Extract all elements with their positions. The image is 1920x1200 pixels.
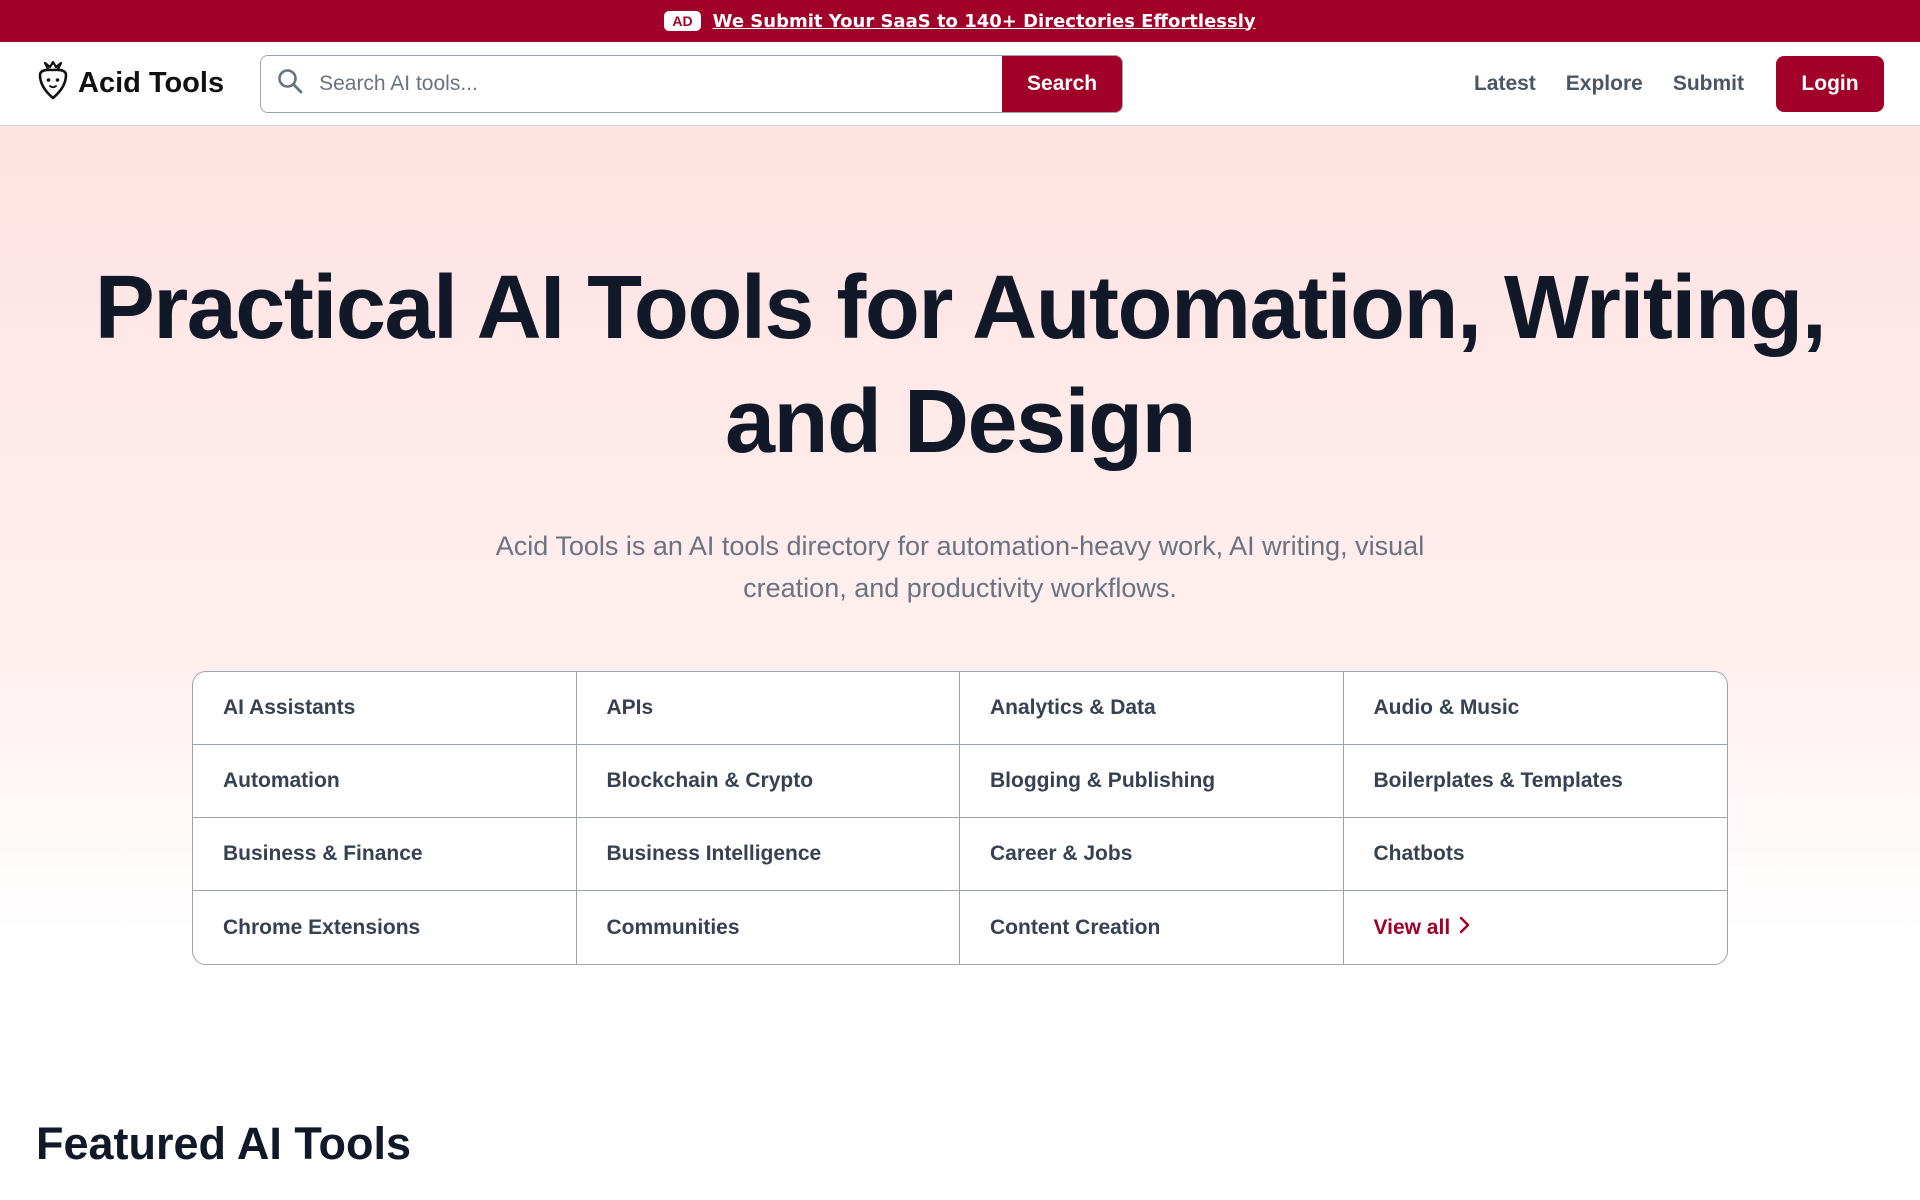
view-all-label: View all: [1373, 915, 1451, 939]
main-nav: Latest Explore Submit Login: [1474, 55, 1884, 112]
search-button[interactable]: Search: [1002, 55, 1123, 112]
ad-link[interactable]: We Submit Your SaaS to 140+ Directories …: [713, 11, 1256, 32]
category-analytics-data[interactable]: Analytics & Data: [960, 672, 1344, 745]
category-grid: AI Assistants APIs Analytics & Data Audi…: [192, 671, 1728, 965]
category-ai-assistants[interactable]: AI Assistants: [193, 672, 577, 745]
search-field: [261, 55, 1003, 112]
category-chatbots[interactable]: Chatbots: [1343, 818, 1727, 891]
hero-title: Practical AI Tools for Automation, Writi…: [94, 258, 1827, 472]
hero-subtitle: Acid Tools is an AI tools directory for …: [495, 531, 1425, 603]
category-communities[interactable]: Communities: [577, 891, 960, 964]
chevron-right-icon: [1458, 916, 1470, 940]
site-header: Acid Tools Search Latest Explore Submit …: [0, 42, 1920, 126]
category-apis[interactable]: APIs: [576, 672, 960, 745]
strawberry-icon: [36, 60, 70, 106]
logo[interactable]: Acid Tools: [36, 60, 225, 106]
category-career-jobs[interactable]: Career & Jobs: [960, 818, 1344, 891]
ad-badge: AD: [664, 11, 701, 31]
category-boilerplates-templates[interactable]: Boilerplates & Templates: [1343, 745, 1727, 818]
logo-text: Acid Tools: [78, 67, 225, 99]
nav-explore[interactable]: Explore: [1566, 72, 1643, 96]
featured-heading: Featured AI Tools: [36, 1118, 412, 1169]
category-audio-music[interactable]: Audio & Music: [1343, 672, 1727, 745]
category-automation[interactable]: Automation: [193, 745, 577, 818]
category-business-intelligence[interactable]: Business Intelligence: [576, 818, 960, 891]
category-chrome-extensions[interactable]: Chrome Extensions: [193, 891, 577, 964]
category-blockchain-crypto[interactable]: Blockchain & Crypto: [576, 745, 960, 818]
search-icon: [277, 68, 303, 99]
login-button[interactable]: Login: [1776, 55, 1884, 112]
category-blogging-publishing[interactable]: Blogging & Publishing: [960, 745, 1344, 818]
nav-latest[interactable]: Latest: [1474, 72, 1536, 96]
search-bar: Search: [260, 54, 1124, 113]
category-business-finance[interactable]: Business & Finance: [193, 818, 577, 891]
search-input[interactable]: [317, 70, 1003, 97]
view-all-link[interactable]: View all: [1344, 891, 1728, 964]
category-content-creation[interactable]: Content Creation: [960, 891, 1344, 964]
nav-submit[interactable]: Submit: [1673, 72, 1744, 96]
hero-section: Practical AI Tools for Automation, Writi…: [0, 126, 1920, 1200]
ad-banner: AD We Submit Your SaaS to 140+ Directori…: [0, 0, 1920, 42]
